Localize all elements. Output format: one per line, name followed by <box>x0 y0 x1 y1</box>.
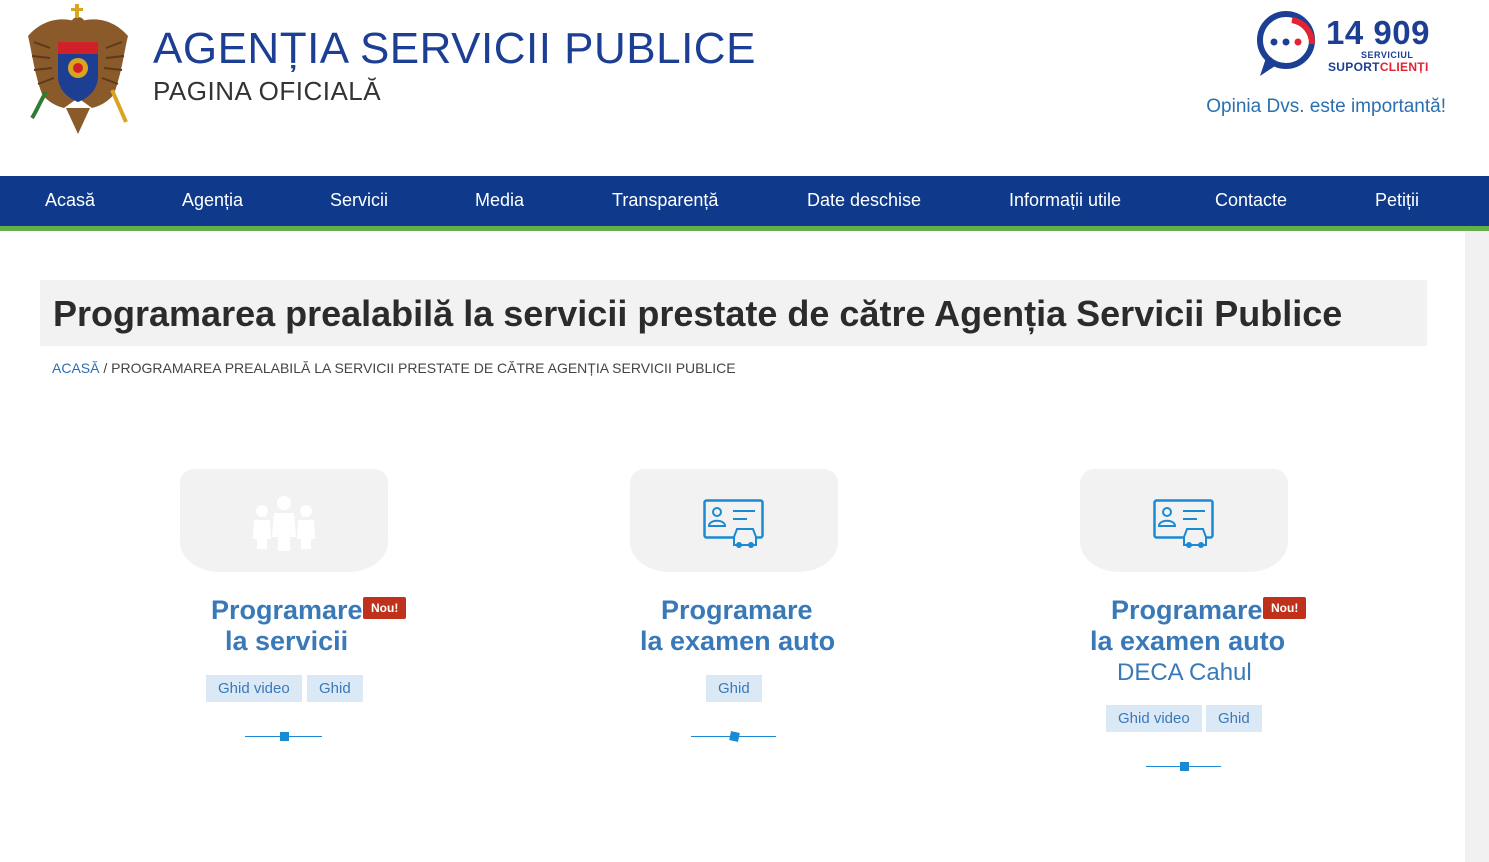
support-label: SUPORTCLIENȚI <box>1328 60 1429 74</box>
card-icon-box[interactable] <box>1080 469 1288 572</box>
card-divider-dot <box>280 732 289 741</box>
ghid-video-tag[interactable]: Ghid video <box>1106 705 1202 732</box>
driver-license-icon <box>703 499 764 548</box>
support-label-a: SUPORT <box>1328 60 1380 74</box>
page-title-box: Programarea prealabilă la servicii prest… <box>40 280 1427 346</box>
page-title: Programarea prealabilă la servicii prest… <box>53 293 1343 334</box>
people-icon <box>253 496 315 551</box>
card-title-line2[interactable]: la servicii <box>225 626 348 657</box>
card-title-line2[interactable]: la examen auto <box>1090 626 1285 657</box>
nav-item-media[interactable]: Media <box>475 190 524 211</box>
nav-item-contacte[interactable]: Contacte <box>1215 190 1287 211</box>
nav-item-transparenta[interactable]: Transparență <box>612 190 718 211</box>
ghid-tag[interactable]: Ghid <box>1206 705 1262 732</box>
nav-item-agentia[interactable]: Agenția <box>182 190 243 211</box>
card-icon-box[interactable] <box>630 469 838 572</box>
coat-of-arms-logo[interactable] <box>20 2 136 136</box>
breadcrumb-separator: / <box>99 360 112 376</box>
card-title-line1[interactable]: Programare <box>1111 595 1263 626</box>
card-title-line2[interactable]: la examen auto <box>640 626 835 657</box>
nav-item-servicii[interactable]: Servicii <box>330 190 388 211</box>
card-icon-box[interactable] <box>180 469 388 572</box>
card-title-line1[interactable]: Programare <box>211 595 363 626</box>
nav-item-acasa[interactable]: Acasă <box>45 190 95 211</box>
opinion-link[interactable]: Opinia Dvs. este importantă! <box>1206 96 1446 118</box>
scrollbar-track[interactable] <box>1465 231 1489 862</box>
nav-item-date-deschise[interactable]: Date deschise <box>807 190 921 211</box>
support-number: 14 909 <box>1326 14 1430 51</box>
ghid-video-tag[interactable]: Ghid video <box>206 675 302 702</box>
card-title-line1[interactable]: Programare <box>661 595 813 626</box>
nav-item-petitii[interactable]: Petiții <box>1375 190 1419 211</box>
driver-license-icon <box>1153 499 1214 548</box>
breadcrumb-current: PROGRAMAREA PREALABILĂ LA SERVICII PREST… <box>111 360 736 376</box>
support-caption: SERVICIUL <box>1361 50 1414 60</box>
card-divider-dot <box>1180 762 1189 771</box>
new-badge: Nou! <box>1263 597 1307 619</box>
main-nav: Acasă Agenția Servicii Media Transparenț… <box>0 176 1489 231</box>
nav-item-informatii-utile[interactable]: Informații utile <box>1009 190 1121 211</box>
ghid-tag[interactable]: Ghid <box>706 675 762 702</box>
breadcrumb-home-link[interactable]: ACASĂ <box>52 360 99 376</box>
site-title[interactable]: AGENȚIA SERVICII PUBLICE <box>153 24 756 74</box>
new-badge: Nou! <box>363 597 407 619</box>
ghid-tag[interactable]: Ghid <box>307 675 363 702</box>
support-label-b: CLIENȚI <box>1379 60 1429 74</box>
breadcrumb: ACASĂ / PROGRAMAREA PREALABILĂ LA SERVIC… <box>52 360 736 376</box>
support-hotline[interactable]: 14 909 SERVICIUL SUPORTCLIENȚI <box>1256 8 1448 78</box>
site-header: AGENȚIA SERVICII PUBLICE PAGINA OFICIALĂ… <box>0 0 1489 176</box>
card-subtitle-location[interactable]: DECA Cahul <box>1117 659 1252 687</box>
chat-phone-icon <box>1257 11 1315 76</box>
site-subtitle: PAGINA OFICIALĂ <box>153 76 382 106</box>
card-divider-dot <box>729 731 740 742</box>
